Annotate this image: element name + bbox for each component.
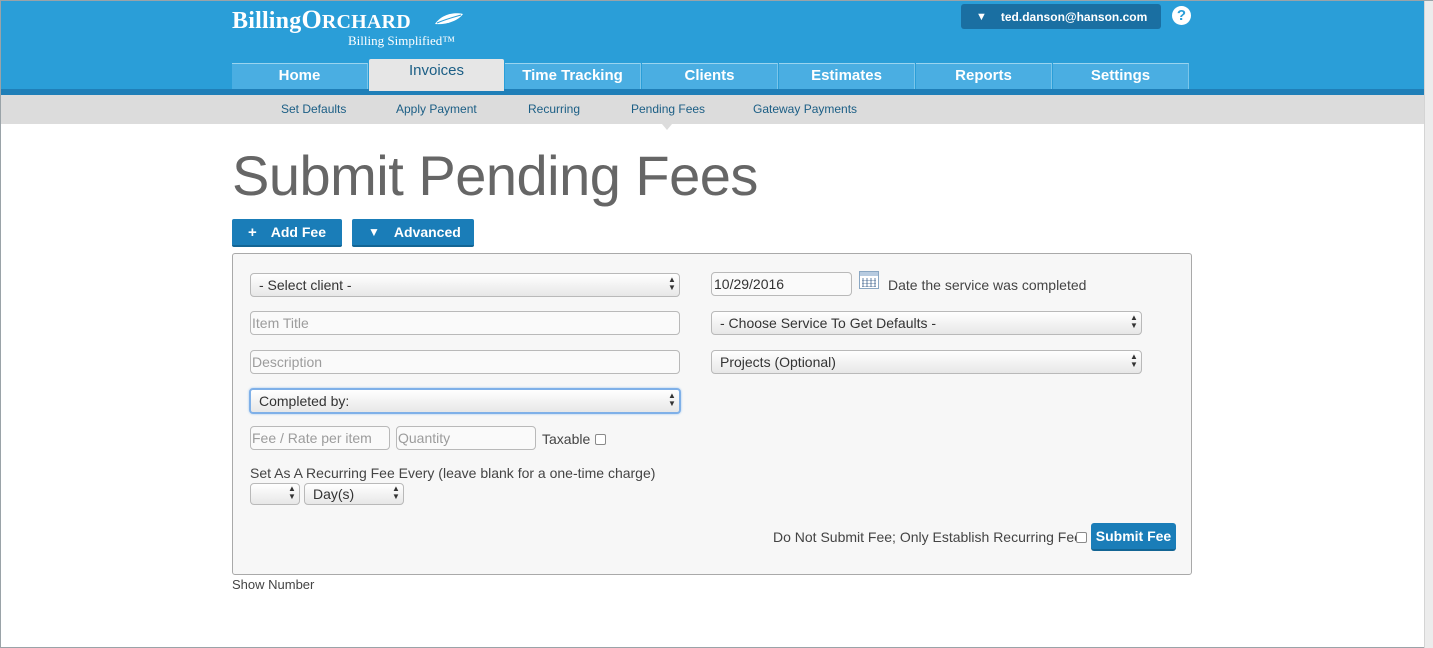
quantity-input[interactable]: Quantity [396,426,536,450]
help-icon[interactable]: ? [1172,6,1191,25]
description-input[interactable]: Description [250,350,680,374]
taxable-label: Taxable [542,431,591,447]
recurring-unit-select[interactable]: Day(s) ▲ ▼ [304,483,404,505]
tab-reports[interactable]: Reports [916,63,1052,89]
service-date-label: Date the service was completed [888,277,1087,293]
user-email: ted.danson@hanson.com [1000,9,1148,24]
select-arrows-icon: ▲ ▼ [1130,352,1138,369]
add-fee-label: Add Fee [270,224,326,240]
billing-orchard-logo[interactable]: BillingORCHARD Billing Simplified™ [232,5,472,49]
service-date-input[interactable]: 10/29/2016 [711,272,852,296]
no-submit-label: Do Not Submit Fee; Only Establish Recurr… [773,529,1082,545]
advanced-button[interactable]: ▼ Advanced [352,219,474,247]
subnav-apply-payment[interactable]: Apply Payment [396,102,477,116]
advanced-label: Advanced [393,224,461,240]
plus-icon: + [248,223,257,241]
tab-settings[interactable]: Settings [1053,63,1189,89]
tab-invoices[interactable]: Invoices [369,59,504,91]
user-account-menu[interactable]: ▼ ted.danson@hanson.com [961,4,1161,29]
tab-home[interactable]: Home [232,63,368,89]
sub-nav: Set Defaults Apply Payment Recurring Pen… [1,95,1424,124]
select-arrows-icon: ▲ ▼ [668,275,676,292]
tab-clients[interactable]: Clients [642,63,778,89]
recurring-fee-label: Set As A Recurring Fee Every (leave blan… [250,465,656,481]
show-number-label: Show Number [232,577,315,592]
caret-down-icon: ▼ [368,225,380,239]
recurring-count-select[interactable]: ▲ ▼ [250,483,300,505]
taxable-checkbox[interactable] [595,434,606,445]
subnav-recurring[interactable]: Recurring [528,102,580,116]
leaf-icon [435,13,463,25]
caret-down-icon: ▼ [976,10,987,23]
logo-wordmark: BillingORCHARD [232,5,411,34]
select-arrows-icon: ▲ ▼ [288,484,296,501]
logo-tagline: Billing Simplified™ [348,33,455,48]
fee-rate-input[interactable]: Fee / Rate per item [250,426,390,450]
subnav-gateway-payments[interactable]: Gateway Payments [753,102,857,116]
add-fee-button[interactable]: + Add Fee [232,219,342,247]
projects-select[interactable]: Projects (Optional) ▲ ▼ [711,350,1142,374]
tab-estimates[interactable]: Estimates [779,63,915,89]
service-select[interactable]: - Choose Service To Get Defaults - ▲ ▼ [711,311,1142,335]
client-select[interactable]: - Select client - ▲ ▼ [250,273,680,297]
tab-time-tracking[interactable]: Time Tracking [505,63,641,89]
subnav-set-defaults[interactable]: Set Defaults [281,102,346,116]
subnav-pending-fees[interactable]: Pending Fees [631,102,705,116]
select-arrows-icon: ▲ ▼ [668,391,676,408]
submit-fee-button[interactable]: Submit Fee [1091,523,1176,551]
no-submit-checkbox[interactable] [1076,532,1087,543]
active-subnav-pointer [662,124,672,130]
select-arrows-icon: ▲ ▼ [1130,313,1138,330]
fee-form-panel [232,253,1192,575]
page-title: Submit Pending Fees [232,144,758,207]
calendar-icon[interactable] [859,271,879,289]
vertical-scrollbar[interactable] [1424,1,1433,648]
select-arrows-icon: ▲ ▼ [392,484,400,501]
item-title-input[interactable]: Item Title [250,311,680,335]
completed-by-select[interactable]: Completed by: ▲ ▼ [249,388,681,414]
